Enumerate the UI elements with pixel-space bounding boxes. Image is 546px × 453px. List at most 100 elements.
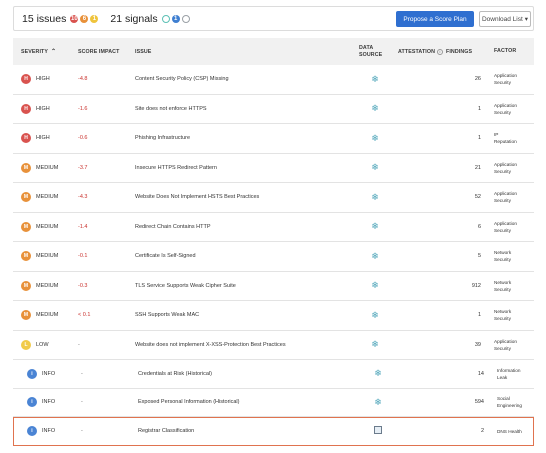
table-row[interactable]: i INFO - Exposed Personal Information (H…	[13, 389, 534, 417]
data-source-cell: ❄	[355, 250, 395, 261]
severity-cell: M MEDIUM	[13, 221, 75, 232]
severity-label: MEDIUM	[36, 312, 59, 319]
severity-label: LOW	[36, 341, 49, 348]
issue-name[interactable]: Site does not enforce HTTPS	[132, 106, 355, 112]
severity-label: HIGH	[36, 76, 50, 83]
factor-cell: Social Engineering	[484, 395, 534, 409]
issue-name[interactable]: SSH Supports Weak MAC	[132, 312, 355, 318]
factor-line-1: Application	[494, 220, 517, 226]
score-impact: -3.7	[78, 164, 88, 171]
score-impact: -0.3	[78, 282, 88, 289]
snowflake-icon: ❄	[371, 250, 379, 261]
severity-medium-icon: M	[21, 280, 31, 291]
severity-high-icon: H	[21, 103, 31, 114]
severity-cell: M MEDIUM	[13, 162, 75, 173]
document-icon	[374, 426, 382, 435]
propose-score-plan-button[interactable]: Propose a Score Plan	[396, 11, 474, 27]
factor-line-1: Information	[497, 367, 521, 373]
severity-label: INFO	[42, 370, 56, 377]
findings-count: 5	[477, 253, 481, 260]
issue-name[interactable]: Registrar Classification	[132, 428, 355, 434]
data-source-cell: ❄	[355, 133, 395, 143]
factor-cell: Network Security	[484, 308, 534, 322]
table-row[interactable]: L LOW - Website does not implement X-XSS…	[13, 331, 534, 360]
factor-line-1: Social	[497, 396, 510, 402]
table-row[interactable]: M MEDIUM -1.4 Redirect Chain Contains HT…	[13, 213, 534, 242]
column-header-findings[interactable]: FINDINGS	[446, 49, 484, 55]
table-row[interactable]: i INFO - Registrar Classification 2 DNS …	[13, 417, 534, 446]
table-row[interactable]: H HIGH -0.6 Phishing Infrastructure ❄ 1 …	[13, 124, 534, 154]
factor-cell: Application Security	[484, 220, 534, 234]
issue-name[interactable]: Phishing Infrastructure	[132, 135, 355, 141]
issue-name[interactable]: Website Does Not Implement HSTS Best Pra…	[132, 194, 355, 200]
factor-line-1: Network	[494, 279, 512, 285]
snowflake-icon: ❄	[371, 339, 379, 350]
data-source-cell: ❄	[355, 74, 395, 84]
column-header-data-source[interactable]: DATA SOURCE	[355, 45, 395, 59]
issue-name[interactable]: Content Security Policy (CSP) Missing	[132, 76, 355, 82]
findings-count: 6	[477, 223, 481, 230]
score-impact: -	[81, 428, 83, 435]
severity-cell: M MEDIUM	[13, 280, 75, 291]
download-list-button[interactable]: Download List ▾	[479, 11, 531, 27]
factor-line-2: Security	[494, 168, 511, 174]
table-row[interactable]: M MEDIUM -0.1 Certificate Is Self-Signed…	[13, 242, 534, 272]
issue-name[interactable]: Insecure HTTPS Redirect Pattern	[132, 165, 355, 171]
data-source-cell: ❄	[355, 192, 395, 202]
severity-cell: i INFO	[13, 368, 75, 379]
severity-medium-icon: M	[21, 251, 31, 262]
snowflake-icon: ❄	[371, 162, 379, 173]
column-header-factor[interactable]: FACTOR	[484, 48, 534, 55]
factor-cell: Application Security	[484, 190, 534, 204]
factor-cell: Information Leak	[484, 367, 534, 381]
factor-line-1: Network	[494, 309, 512, 315]
score-impact: -0.6	[78, 135, 88, 142]
issue-name[interactable]: Website does not implement X-XSS-Protect…	[132, 342, 355, 348]
factor-line-2: Security	[494, 257, 511, 263]
factor-cell: Application Security	[484, 72, 534, 86]
severity-label: MEDIUM	[36, 194, 59, 201]
findings-count: 912	[471, 282, 481, 289]
severity-label: MEDIUM	[36, 223, 59, 230]
issue-name[interactable]: Exposed Personal Information (Historical…	[132, 399, 355, 405]
factor-line-1: IP	[494, 132, 499, 138]
table-row[interactable]: i INFO - Credentials at Risk (Historical…	[13, 360, 534, 389]
medium-issues-badge: 6	[80, 14, 89, 23]
issue-name[interactable]: Certificate Is Self-Signed	[132, 253, 355, 259]
data-source-cell: ❄	[355, 222, 395, 231]
table-row[interactable]: H HIGH -1.6 Site does not enforce HTTPS …	[13, 95, 534, 124]
factor-line-2: Engineering	[497, 403, 523, 409]
table-row[interactable]: M MEDIUM -4.3 Website Does Not Implement…	[13, 183, 534, 213]
table-row[interactable]: M MEDIUM -3.7 Insecure HTTPS Redirect Pa…	[13, 154, 534, 183]
summary-bar: 15 issues 10 6 1 21 signals 1 Propose a …	[13, 6, 534, 31]
severity-medium-icon: M	[21, 192, 31, 203]
issue-name[interactable]: TLS Service Supports Weak Cipher Suite	[132, 283, 355, 289]
factor-line-1: Application	[494, 73, 517, 79]
info-icon[interactable]: i	[437, 48, 443, 55]
factor-line-2: Reputation	[494, 139, 517, 145]
snowflake-icon: ❄	[371, 280, 379, 291]
severity-high-icon: H	[21, 74, 31, 85]
factor-cell: Application Security	[484, 338, 534, 352]
table-row[interactable]: H HIGH -4.8 Content Security Policy (CSP…	[13, 65, 534, 95]
factor-cell: Application Security	[484, 161, 534, 175]
table-row[interactable]: M MEDIUM < 0.1 SSH Supports Weak MAC ❄ 1…	[13, 301, 534, 331]
severity-low-icon: L	[21, 339, 31, 350]
severity-cell: H HIGH	[13, 133, 75, 144]
severity-cell: H HIGH	[13, 103, 75, 114]
column-header-score-impact[interactable]: SCORE IMPACT	[75, 49, 132, 55]
sort-asc-icon: ⌃	[51, 49, 57, 55]
download-list-label: Download List	[481, 15, 523, 23]
neutral-signals-badge	[181, 14, 190, 23]
data-source-cell: ❄	[355, 397, 395, 407]
issue-name[interactable]: Credentials at Risk (Historical)	[132, 371, 355, 377]
data-source-cell: ❄	[355, 369, 395, 378]
column-header-issue[interactable]: ISSUE	[132, 49, 355, 55]
data-source-cell: ❄	[355, 310, 395, 320]
findings-count: 39	[474, 341, 481, 348]
factor-line-2: Security	[494, 286, 511, 292]
issue-name[interactable]: Redirect Chain Contains HTTP	[132, 224, 355, 230]
table-row[interactable]: M MEDIUM -0.3 TLS Service Supports Weak …	[13, 272, 534, 301]
column-header-severity[interactable]: SEVERITY ⌃	[13, 48, 75, 56]
column-header-attestation[interactable]: ATTESTATION i	[395, 48, 446, 55]
